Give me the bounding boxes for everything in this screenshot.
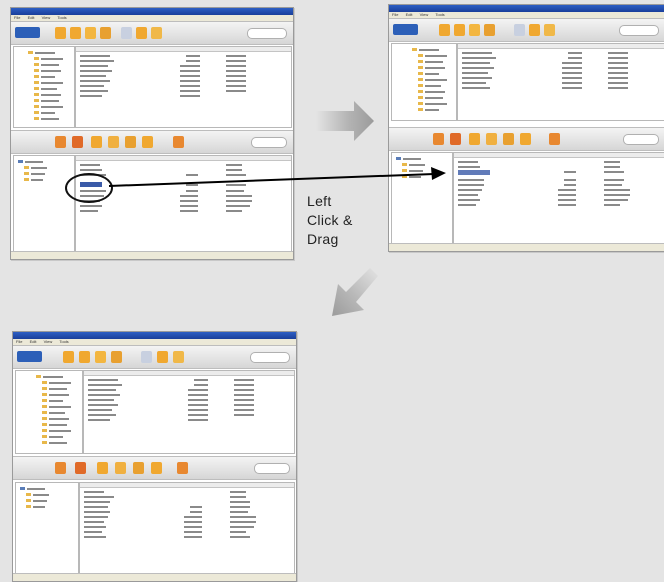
menu-edit[interactable]: Edit [406,12,413,17]
toolbar-button[interactable] [151,27,162,39]
toolbar-button[interactable] [157,351,168,363]
status-bar [389,243,664,251]
menu-view[interactable]: View [42,15,51,20]
toolbar-button[interactable] [486,133,497,145]
menu-view[interactable]: View [44,339,53,344]
lower-file-list[interactable] [75,155,292,253]
toolbar-button[interactable] [136,27,147,39]
window-titlebar [11,8,293,15]
search-box[interactable] [251,137,287,148]
toolbar-button[interactable] [450,133,461,145]
lower-folder-tree[interactable] [391,152,453,244]
toolbar-button[interactable] [151,462,162,474]
toolbar-button[interactable] [121,27,132,39]
window-titlebar [389,5,664,12]
app-logo [17,351,42,362]
caption-line-2: Click & [307,212,353,228]
upper-file-list[interactable] [75,46,292,128]
toolbar-button[interactable] [63,351,74,363]
menu-edit[interactable]: Edit [28,15,35,20]
toolbar-button[interactable] [55,462,66,474]
drag-source-highlight-circle [65,173,113,203]
status-bar [13,573,296,581]
toolbar-button[interactable] [439,24,450,36]
toolbar-button[interactable] [520,133,531,145]
toolbar-button[interactable] [549,133,560,145]
caption-line-1: Left [307,193,332,209]
upper-folder-tree[interactable] [13,46,75,128]
search-box[interactable] [623,134,659,145]
toolbar-button[interactable] [133,462,144,474]
toolbar-button[interactable] [125,136,136,148]
menu-file[interactable]: File [16,339,22,344]
app-logo [15,27,40,38]
toolbar-button[interactable] [95,351,106,363]
toolbar-button[interactable] [484,24,495,36]
toolbar-button[interactable] [55,27,66,39]
upper-folder-tree[interactable] [391,43,457,121]
toolbar-button[interactable] [177,462,188,474]
toolbar-button[interactable] [469,133,480,145]
toolbar-button[interactable] [529,24,540,36]
app-logo [393,24,418,35]
menu-tools[interactable]: Tools [57,15,66,20]
menu-tools[interactable]: Tools [59,339,68,344]
toolbar-button[interactable] [91,136,102,148]
toolbar-button[interactable] [55,136,66,148]
toolbar-button[interactable] [115,462,126,474]
lower-file-list[interactable] [79,482,295,574]
caption-line-3: Drag [307,231,339,247]
screenshot-after-drop: File Edit View Tools [12,331,297,582]
upper-file-list[interactable] [457,43,664,121]
lower-toolbar [389,127,664,151]
toolbar-button[interactable] [173,136,184,148]
brand-badge [619,25,659,36]
toolbar-button[interactable] [433,133,444,145]
menu-view[interactable]: View [420,12,429,17]
arrow-down-left-icon [332,268,378,316]
toolbar-button[interactable] [469,24,480,36]
toolbar-button[interactable] [454,24,465,36]
screenshot-before-drag: File Edit View Tools [10,7,294,260]
menu-file[interactable]: File [392,12,398,17]
drag-instruction-caption: Left Click & Drag [307,192,353,249]
window-titlebar [13,332,296,339]
arrow-right-icon [316,101,374,141]
lower-folder-tree[interactable] [15,482,79,574]
toolbar-button[interactable] [141,351,152,363]
upper-toolbar [13,345,296,369]
toolbar-button[interactable] [75,462,86,474]
toolbar-button[interactable] [544,24,555,36]
menu-file[interactable]: File [14,15,20,20]
toolbar-button[interactable] [173,351,184,363]
brand-badge [247,28,287,39]
toolbar-button[interactable] [503,133,514,145]
search-box[interactable] [254,463,290,474]
status-bar [11,251,293,259]
upper-toolbar [11,21,293,45]
lower-toolbar [11,130,293,154]
toolbar-button[interactable] [514,24,525,36]
lower-file-list[interactable] [453,152,664,244]
toolbar-button[interactable] [142,136,153,148]
lower-folder-tree[interactable] [13,155,75,253]
toolbar-button[interactable] [70,27,81,39]
lower-toolbar [13,456,296,480]
toolbar-button[interactable] [72,136,83,148]
toolbar-button[interactable] [85,27,96,39]
brand-badge [250,352,290,363]
toolbar-button[interactable] [108,136,119,148]
screenshot-during-drag: File Edit View Tools [388,4,664,252]
menu-edit[interactable]: Edit [30,339,37,344]
upper-folder-tree[interactable] [15,370,83,454]
toolbar-button[interactable] [111,351,122,363]
toolbar-button[interactable] [79,351,90,363]
upper-toolbar [389,18,664,42]
toolbar-button[interactable] [97,462,108,474]
upper-file-list[interactable] [83,370,295,454]
dragged-file-item[interactable] [458,170,490,175]
menu-tools[interactable]: Tools [435,12,444,17]
toolbar-button[interactable] [100,27,111,39]
